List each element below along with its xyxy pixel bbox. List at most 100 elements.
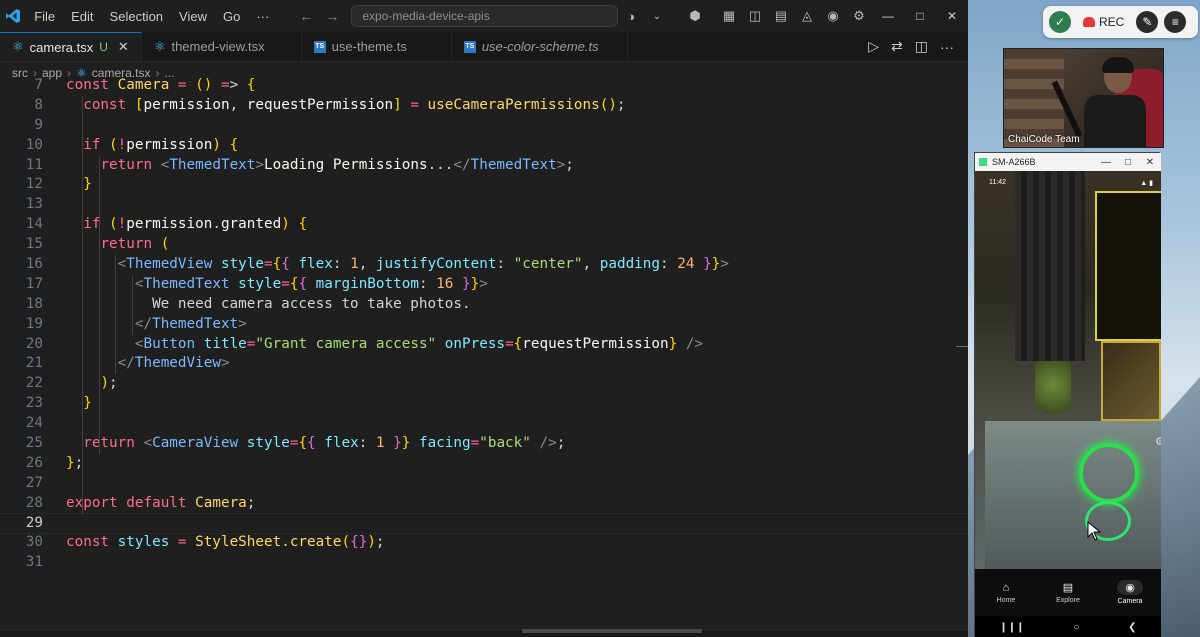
phone-maximize-button[interactable]: □ [1117, 157, 1139, 168]
menu-item[interactable]: ··· [248, 9, 277, 24]
menu-item[interactable]: File [26, 9, 63, 24]
tab-themed-view-tsx[interactable]: ⚛ themed-view.tsx [141, 32, 302, 61]
code-line[interactable]: 8 const [permission, requestPermission] … [0, 96, 968, 116]
run-icon[interactable]: ▷ [868, 38, 879, 55]
scroll-position-marker [956, 346, 968, 347]
code-text: const Camera = () => { [66, 77, 256, 93]
editor-scrollbar[interactable] [955, 84, 968, 629]
toggle-primary-sidebar-icon[interactable]: ◫ [744, 5, 766, 27]
camera-preview[interactable]: ⚙ 11:42 ▲ ▮ [975, 171, 1161, 569]
code-text: return <ThemedText>Loading Permissions..… [100, 156, 574, 173]
tab-home[interactable]: ⌂ Home [975, 569, 1037, 616]
code-line[interactable]: 21 </ThemedView> [0, 354, 968, 374]
rec-label: REC [1099, 15, 1125, 29]
tab-explore[interactable]: ▤ Explore [1037, 569, 1099, 616]
shield-check-icon[interactable]: ✓ [1049, 11, 1071, 33]
minimize-button[interactable]: — [872, 0, 904, 32]
code-line[interactable]: 10 if (!permission) { [0, 136, 968, 156]
tab-camera-label: Camera [1117, 598, 1143, 605]
code-line[interactable]: 24 [0, 414, 968, 434]
code-text: <ThemedView style={{ flex: 1, justifyCon… [117, 256, 729, 273]
react-icon: ⚛ [153, 38, 166, 54]
code-line[interactable]: 15 return ( [0, 235, 968, 255]
android-nav-bar: ❙❙❙ ○ ❮ [975, 616, 1161, 637]
code-line[interactable]: 11 return <ThemedText>Loading Permission… [0, 156, 968, 176]
phone-close-button[interactable]: ✕ [1139, 157, 1161, 168]
split-editor-icon[interactable]: ◫ [915, 38, 928, 55]
code-line[interactable]: 31 [0, 553, 968, 573]
home-circle-icon[interactable]: ○ [1073, 622, 1079, 633]
code-line[interactable]: 14 if (!permission.granted) { [0, 215, 968, 235]
code-text: export default Camera; [66, 494, 256, 511]
copilot-icon[interactable]: ◑ [620, 5, 642, 27]
tab-use-theme-ts[interactable]: TS use-theme.ts [301, 32, 452, 61]
menu-item[interactable]: View [171, 9, 215, 24]
code-line[interactable]: 12 } [0, 175, 968, 195]
code-line[interactable]: 26}; [0, 454, 968, 474]
code-line[interactable]: 29 [0, 512, 968, 535]
back-icon[interactable]: ❮ [1128, 622, 1136, 633]
tab-label: use-color-scheme.ts [481, 39, 599, 54]
code-line[interactable]: 19 </ThemedText> [0, 315, 968, 335]
indent-guide [82, 95, 83, 514]
menu-icon[interactable]: ≡ [1164, 11, 1187, 33]
close-window-button[interactable]: ✕ [936, 0, 968, 32]
menu-item[interactable]: Go [215, 9, 248, 24]
menu-item[interactable]: Edit [63, 9, 101, 24]
maximize-button[interactable]: □ [904, 0, 936, 32]
app-tab-bar: ⌂ Home ▤ Explore ◉ Camera [975, 569, 1161, 616]
chevron-down-icon[interactable]: ⌄ [646, 5, 668, 27]
indent-guide [115, 255, 116, 375]
code-text: if (!permission) { [83, 136, 239, 153]
account-icon[interactable]: ◉ [822, 5, 844, 27]
cloud-record-icon [1083, 17, 1095, 27]
explore-icon: ▤ [1062, 582, 1074, 594]
code-text: }; [66, 454, 84, 471]
vscode-logo-icon [0, 0, 26, 32]
code-line[interactable]: 27 [0, 474, 968, 494]
code-line[interactable]: 20 <Button title="Grant camera access" o… [0, 335, 968, 355]
line-number: 28 [25, 494, 43, 511]
code-text: <Button title="Grant camera access" onPr… [134, 335, 704, 352]
code-line[interactable]: 13 [0, 195, 968, 215]
tab-use-color-scheme-ts[interactable]: TS use-color-scheme.ts [451, 32, 628, 61]
code-line[interactable]: 16 <ThemedView style={{ flex: 1, justify… [0, 255, 968, 275]
phone-minimize-button[interactable]: — [1095, 157, 1117, 168]
layout-customize-icon[interactable]: ▦ [718, 5, 740, 27]
code-line[interactable]: 23 } [0, 394, 968, 414]
horizontal-scrollbar[interactable] [522, 629, 702, 633]
code-line[interactable]: 28 export default Camera; [0, 494, 968, 514]
code-line[interactable]: 22 ); [0, 374, 968, 394]
status-bar [0, 629, 968, 637]
code-line[interactable]: 7 const Camera = () => { [0, 76, 968, 96]
compare-changes-icon[interactable]: ⇄ [891, 38, 903, 55]
rec-button[interactable]: REC [1077, 15, 1130, 29]
tab-camera[interactable]: ◉ Camera [1099, 569, 1161, 616]
code-line[interactable]: 25 return <CameraView style={{ flex: 1 }… [0, 434, 968, 454]
line-number: 26 [25, 454, 43, 471]
tab-camera-tsx[interactable]: ⚛ camera.tsx U ✕ [0, 32, 142, 61]
toggle-secondary-sidebar-icon[interactable]: ◬ [796, 5, 818, 27]
monitor-frame [1095, 191, 1161, 341]
more-actions-icon[interactable]: ··· [940, 39, 954, 55]
close-tab-icon[interactable]: ✕ [118, 39, 129, 55]
code-line[interactable]: 17 <ThemedText style={{ marginBottom: 16… [0, 275, 968, 295]
code-line[interactable]: 9 [0, 116, 968, 136]
pen-icon[interactable]: ✎ [1136, 11, 1159, 33]
mouse-cursor-icon [1087, 521, 1101, 541]
back-arrow-icon[interactable]: ← [299, 8, 313, 24]
command-center-search[interactable]: expo-media-device-apis [351, 5, 618, 27]
code-editor[interactable]: 7 const Camera = () => {8 const [permissi… [0, 76, 968, 629]
toggle-panel-icon[interactable]: ▤ [770, 5, 792, 27]
forward-arrow-icon[interactable]: → [325, 8, 339, 24]
line-number: 20 [25, 335, 43, 352]
code-line[interactable]: 30 const styles = StyleSheet.create({}); [0, 533, 968, 553]
editor-actions: ▷ ⇄ ◫ ··· [868, 32, 968, 61]
menu-item[interactable]: Selection [102, 9, 171, 24]
code-line[interactable]: 18 We need camera access to take photos. [0, 295, 968, 315]
settings-gear-icon[interactable]: ⚙ [848, 5, 870, 27]
recents-icon[interactable]: ❙❙❙ [999, 622, 1024, 633]
title-bar-actions: ◑ ⌄ ⬢ ▦ ◫ ▤ ◬ ◉ ⚙ — □ ✕ [618, 0, 968, 32]
scrcpy-app-icon [979, 158, 987, 166]
accounts-shield-icon[interactable]: ⬢ [684, 5, 706, 27]
